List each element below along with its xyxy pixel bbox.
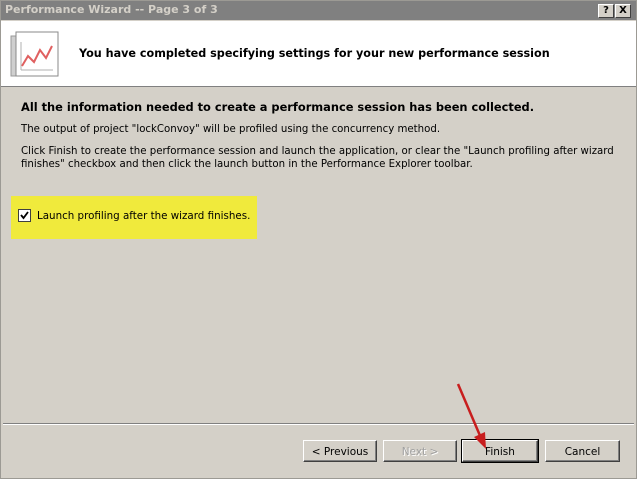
output-description: The output of project "lockConvoy" will …	[21, 124, 441, 135]
launch-profiling-checkbox[interactable]	[18, 209, 31, 222]
footer-separator-highlight	[3, 424, 634, 425]
previous-button[interactable]: < Previous	[303, 440, 377, 462]
help-button[interactable]: ?	[598, 4, 614, 18]
window-title: Performance Wizard -- Page 3 of 3	[5, 3, 218, 16]
finish-button[interactable]: Finish	[461, 439, 539, 463]
title-bar[interactable]: Performance Wizard -- Page 3 of 3 ? X	[1, 1, 636, 20]
next-button[interactable]: Next >	[383, 440, 457, 462]
instruction-line-1: Click Finish to create the performance s…	[21, 146, 614, 157]
chart-document-icon	[10, 31, 59, 77]
header-text: You have completed specifying settings f…	[79, 47, 550, 60]
performance-wizard-window: Performance Wizard -- Page 3 of 3 ? X Yo…	[0, 0, 637, 479]
checkmark-icon	[20, 211, 29, 220]
launch-profiling-label[interactable]: Launch profiling after the wizard finish…	[37, 210, 250, 222]
summary-heading: All the information needed to create a p…	[21, 100, 535, 114]
instruction-line-2: finishes" checkbox and then click the la…	[21, 159, 473, 170]
cancel-button[interactable]: Cancel	[545, 440, 620, 462]
close-button[interactable]: X	[615, 4, 631, 18]
wizard-header: You have completed specifying settings f…	[1, 21, 636, 87]
